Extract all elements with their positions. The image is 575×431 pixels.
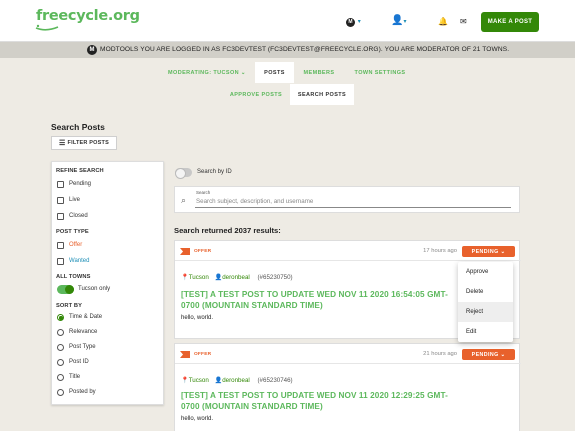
- tucson-only-label: Tucson only: [78, 286, 111, 292]
- post-id: (#65230750): [257, 274, 293, 281]
- post-title-link[interactable]: [TEST] A TEST POST TO UPDATE WED NOV 11 …: [181, 289, 466, 311]
- post-meta: 📍Tucson 👤deronbeal (#65230746): [181, 376, 293, 384]
- messages-mail-icon[interactable]: ✉: [460, 17, 467, 26]
- user-menu-icon[interactable]: 👤▾: [391, 15, 406, 26]
- modtools-menu-icon[interactable]: M ▾: [346, 15, 361, 27]
- search-field-container: ⌕ Search Search subject, description, an…: [174, 186, 520, 213]
- sort-post-type-radio[interactable]: [57, 344, 64, 351]
- post-meta: 📍Tucson 👤deronbeal (#65230750): [181, 273, 293, 281]
- post-type-label: OFFER: [194, 352, 212, 357]
- sort-option-label: Relevance: [69, 329, 98, 335]
- delete-menu-item[interactable]: Delete: [458, 282, 513, 302]
- location-pin-icon: 📍: [181, 377, 189, 384]
- location-pin-icon: 📍: [181, 274, 189, 281]
- filter-sidebar: REFINE SEARCH Pending Live Closed POST T…: [51, 161, 164, 405]
- filter-posts-label: FILTER POSTS: [67, 140, 109, 146]
- post-card-header: OFFER 21 hours ago PENDING ⌄: [175, 344, 521, 364]
- post-card: OFFER 21 hours ago PENDING ⌄ 📍Tucson 👤de…: [174, 343, 521, 431]
- reject-menu-item[interactable]: Reject: [458, 302, 513, 322]
- post-card-header: OFFER 17 hours ago PENDING ⌄: [175, 241, 521, 261]
- page-title: Search Posts: [51, 122, 105, 132]
- primary-tabs: MODERATING: TUCSON ⌄ POSTS MEMBERS TOWN …: [0, 62, 575, 83]
- post-type-label: OFFER: [194, 249, 212, 254]
- tab-members[interactable]: MEMBERS: [296, 62, 342, 83]
- search-by-id-toggle[interactable]: [175, 168, 192, 179]
- post-user-link[interactable]: deronbeal: [222, 274, 250, 281]
- sort-by-heading: SORT BY: [56, 303, 82, 309]
- modtools-bar: M MODTOOLS YOU ARE LOGGED IN AS FC3DEVTE…: [0, 42, 575, 58]
- wanted-checkbox[interactable]: [57, 258, 64, 265]
- offer-tag-icon: [180, 248, 190, 255]
- edit-menu-item[interactable]: Edit: [458, 322, 513, 342]
- pending-checkbox[interactable]: [57, 181, 64, 188]
- refine-search-heading: REFINE SEARCH: [56, 168, 104, 174]
- tab-town-settings[interactable]: TOWN SETTINGS: [344, 62, 416, 83]
- modtools-status-text: MODTOOLS YOU ARE LOGGED IN AS FC3DEVTEST…: [100, 46, 510, 53]
- status-dropdown-menu: Approve Delete Reject Edit: [458, 262, 513, 342]
- post-type-heading: POST TYPE: [56, 229, 89, 235]
- tab-approve-posts[interactable]: APPROVE POSTS: [224, 84, 288, 105]
- post-age: 21 hours ago: [423, 351, 457, 357]
- offer-checkbox[interactable]: [57, 242, 64, 249]
- results-count: Search returned 2037 results:: [174, 226, 281, 235]
- search-input-underline: [195, 207, 511, 208]
- sort-option-label: Post Type: [69, 344, 96, 350]
- secondary-tabs: APPROVE POSTS SEARCH POSTS: [0, 84, 575, 105]
- top-header: freecycle.org M ▾ 👤▾ 🔔 ✉ MAKE A POST: [0, 0, 575, 42]
- post-title-link[interactable]: [TEST] A TEST POST TO UPDATE WED NOV 11 …: [181, 390, 466, 412]
- search-by-id-label: Search by ID: [197, 169, 232, 175]
- filter-posts-button[interactable]: ☰ FILTER POSTS: [51, 136, 117, 150]
- sort-title-radio[interactable]: [57, 374, 64, 381]
- live-checkbox[interactable]: [57, 197, 64, 204]
- sort-option-label: Post ID: [69, 359, 89, 365]
- sort-posted-by-radio[interactable]: [57, 389, 64, 396]
- pending-status-button[interactable]: PENDING ⌄: [462, 349, 515, 360]
- wanted-label: Wanted: [69, 258, 90, 264]
- filter-lines-icon: ☰: [59, 140, 66, 147]
- post-age: 17 hours ago: [423, 248, 457, 254]
- tucson-only-toggle[interactable]: [57, 285, 74, 294]
- sort-relevance-radio[interactable]: [57, 329, 64, 336]
- logo-swoosh-icon: [35, 24, 59, 31]
- modtools-badge-icon: M: [87, 45, 97, 55]
- live-label: Live: [69, 197, 81, 203]
- sort-time-date-radio[interactable]: [57, 314, 64, 321]
- pending-label: Pending: [69, 181, 92, 187]
- tab-moderating-town[interactable]: MODERATING: TUCSON ⌄: [163, 62, 251, 83]
- search-input[interactable]: Search subject, description, and usernam…: [196, 198, 313, 205]
- closed-checkbox[interactable]: [57, 213, 64, 220]
- search-field-label: Search: [196, 190, 211, 195]
- closed-label: Closed: [69, 213, 88, 219]
- post-town-link[interactable]: Tucson: [189, 377, 209, 384]
- make-a-post-button[interactable]: MAKE A POST: [481, 12, 539, 32]
- tab-posts[interactable]: POSTS: [255, 62, 294, 83]
- sort-option-label: Time & Date: [69, 314, 103, 320]
- offer-tag-icon: [180, 351, 190, 358]
- sort-post-id-radio[interactable]: [57, 359, 64, 366]
- sort-option-label: Posted by: [69, 389, 96, 395]
- pending-status-button[interactable]: PENDING ⌄: [462, 246, 515, 257]
- post-user-link[interactable]: deronbeal: [222, 377, 250, 384]
- post-id: (#65230746): [257, 377, 293, 384]
- notifications-bell-icon[interactable]: 🔔: [438, 17, 448, 26]
- offer-label: Offer: [69, 242, 83, 248]
- sort-option-label: Title: [69, 374, 81, 380]
- freecycle-logo[interactable]: freecycle.org: [35, 8, 140, 31]
- approve-menu-item[interactable]: Approve: [458, 262, 513, 282]
- tab-search-posts[interactable]: SEARCH POSTS: [290, 84, 354, 105]
- search-icon: ⌕: [181, 195, 187, 205]
- post-body: hello, world.: [181, 416, 214, 422]
- post-body: hello, world.: [181, 315, 214, 321]
- post-town-link[interactable]: Tucson: [189, 274, 209, 281]
- all-towns-heading: ALL TOWNS: [56, 274, 91, 280]
